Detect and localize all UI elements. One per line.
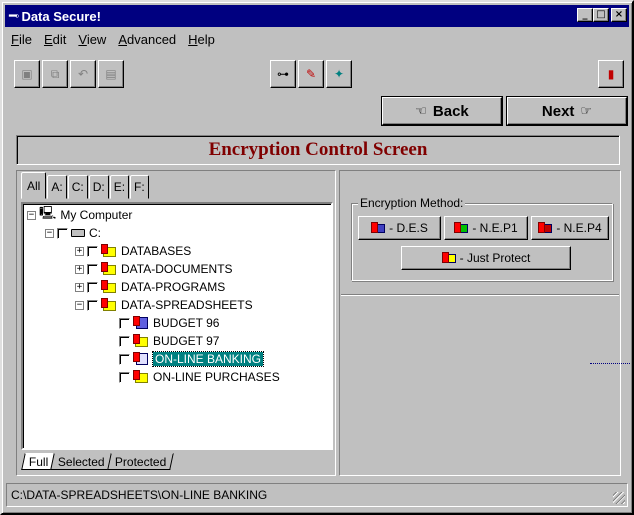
checkbox[interactable] [87,263,98,275]
tree-node-folder[interactable]: + DATA-PROGRAMS [75,278,225,296]
checkbox[interactable] [119,353,130,365]
nep4-button[interactable]: - N.E.P4 [531,216,609,240]
drive-tabs: All A: C: D: E: F: [21,172,150,199]
tab-protected[interactable]: Protected [107,453,175,470]
tree-view-icon[interactable]: ⊶ [270,60,296,88]
encrypt-tool-icon[interactable]: ✎ [298,60,324,88]
computer-icon: 🖳 [39,205,57,220]
resize-grip-icon[interactable] [613,492,625,504]
hand-left-icon: ☜ [415,103,427,118]
file-browser-panel: All A: C: D: E: F: − 🖳 My Computer − C: … [16,170,336,476]
maximize-button[interactable]: □ [593,8,609,22]
window-title: Data Secure! [21,8,101,24]
exit-door-icon[interactable]: ▮ [598,60,624,88]
expand-icon[interactable]: + [75,282,84,292]
minimize-button[interactable]: _ [577,8,593,22]
toolbar: ▣ ⧉ ↶ ▤ [14,60,124,90]
status-path: C:\DATA-SPREADSHEETS\ON-LINE BANKING [11,488,268,502]
tree-node-file[interactable]: BUDGET 96 [119,314,219,332]
nep1-button[interactable]: - N.E.P1 [444,216,528,240]
des-button[interactable]: - D.E.S [358,216,441,240]
tab-drive-f[interactable]: F: [130,175,149,199]
back-button[interactable]: ☜ Back [382,97,502,125]
encryption-method-group: Encryption Method: - D.E.S - N.E.P1 - N.… [351,196,613,281]
checkbox[interactable] [57,227,68,239]
just-protect-button[interactable]: - Just Protect [401,246,571,270]
encrypted-file-icon [133,316,149,330]
checkbox[interactable] [119,317,130,329]
close-button[interactable]: × [611,8,627,22]
just-protect-icon [441,252,456,264]
tab-selected[interactable]: Selected [50,453,113,470]
collapse-icon[interactable]: − [75,300,84,310]
tree-node-my-computer[interactable]: − 🖳 My Computer [27,205,132,224]
menu-help[interactable]: Help [182,32,221,47]
dotted-divider [590,363,630,364]
checkbox[interactable] [87,299,98,311]
hand-right-icon: ☞ [580,103,593,118]
next-button[interactable]: Next ☞ [507,97,627,125]
undo-icon[interactable]: ↶ [70,60,96,88]
checkbox[interactable] [87,281,98,293]
view-tabs: Full Selected Protected [21,453,175,471]
group-label: Encryption Method: [358,196,466,210]
menu-edit[interactable]: Edit [38,32,72,47]
tree-node-folder[interactable]: + DATA-DOCUMENTS [75,260,233,278]
menu-view[interactable]: View [72,32,112,47]
locked-folder-icon [101,298,117,312]
settings-tool-icon[interactable]: ✦ [326,60,352,88]
tree-node-folder[interactable]: − DATA-SPREADSHEETS [75,296,253,314]
tree-node-drive-c[interactable]: − C: [45,224,101,242]
menu-file[interactable]: File [5,32,38,47]
screen-title-panel: Encryption Control Screen [16,135,620,165]
nep4-icon [538,222,553,234]
title-bar[interactable]: ━◦ Data Secure! _ □ × [5,5,629,27]
app-window: ━◦ Data Secure! _ □ × File Edit View Adv… [0,0,634,515]
tree-node-folder[interactable]: + DATABASES [75,242,191,260]
checkbox[interactable] [119,371,130,383]
locked-folder-icon [101,244,117,258]
tab-drive-e[interactable]: E: [109,175,130,199]
des-icon [371,222,386,234]
encrypted-file-icon [133,352,149,366]
folder-tree[interactable]: − 🖳 My Computer − C: + DATABASES + DATA-… [21,202,333,450]
tab-drive-c[interactable]: C: [67,175,88,199]
menu-bar: File Edit View Advanced Help [5,29,221,49]
tree-node-file-selected[interactable]: ON-LINE BANKING [119,350,265,368]
status-bar: C:\DATA-SPREADSHEETS\ON-LINE BANKING [6,483,628,507]
page-title: Encryption Control Screen [208,139,428,160]
tree-node-file[interactable]: BUDGET 97 [119,332,219,350]
paste-icon[interactable]: ▤ [98,60,124,88]
hard-drive-icon [71,229,85,237]
locked-file-icon [133,370,149,384]
collapse-icon[interactable]: − [45,228,54,238]
checkbox[interactable] [87,245,98,257]
locked-file-icon [133,334,149,348]
checkbox[interactable] [119,335,130,347]
toolbar-tools: ⊶ ✎ ✦ [270,60,352,88]
expand-icon[interactable]: + [75,246,84,256]
locked-folder-icon [101,280,117,294]
expand-icon[interactable]: + [75,264,84,274]
menu-advanced[interactable]: Advanced [112,32,182,47]
save-icon[interactable]: ▣ [14,60,40,88]
app-key-icon: ━◦ [9,8,20,23]
encryption-method-area: Encryption Method: - D.E.S - N.E.P1 - N.… [341,172,619,295]
tab-drive-d[interactable]: D: [88,175,109,199]
encryption-panel: Encryption Method: - D.E.S - N.E.P1 - N.… [339,170,621,476]
tree-node-file[interactable]: ON-LINE PURCHASES [119,368,280,386]
copy-icon[interactable]: ⧉ [42,60,68,88]
tab-drive-a[interactable]: A: [47,175,67,199]
locked-folder-icon [101,262,117,276]
nep1-icon [454,222,469,234]
collapse-icon[interactable]: − [27,210,36,220]
tab-all[interactable]: All [21,172,47,199]
